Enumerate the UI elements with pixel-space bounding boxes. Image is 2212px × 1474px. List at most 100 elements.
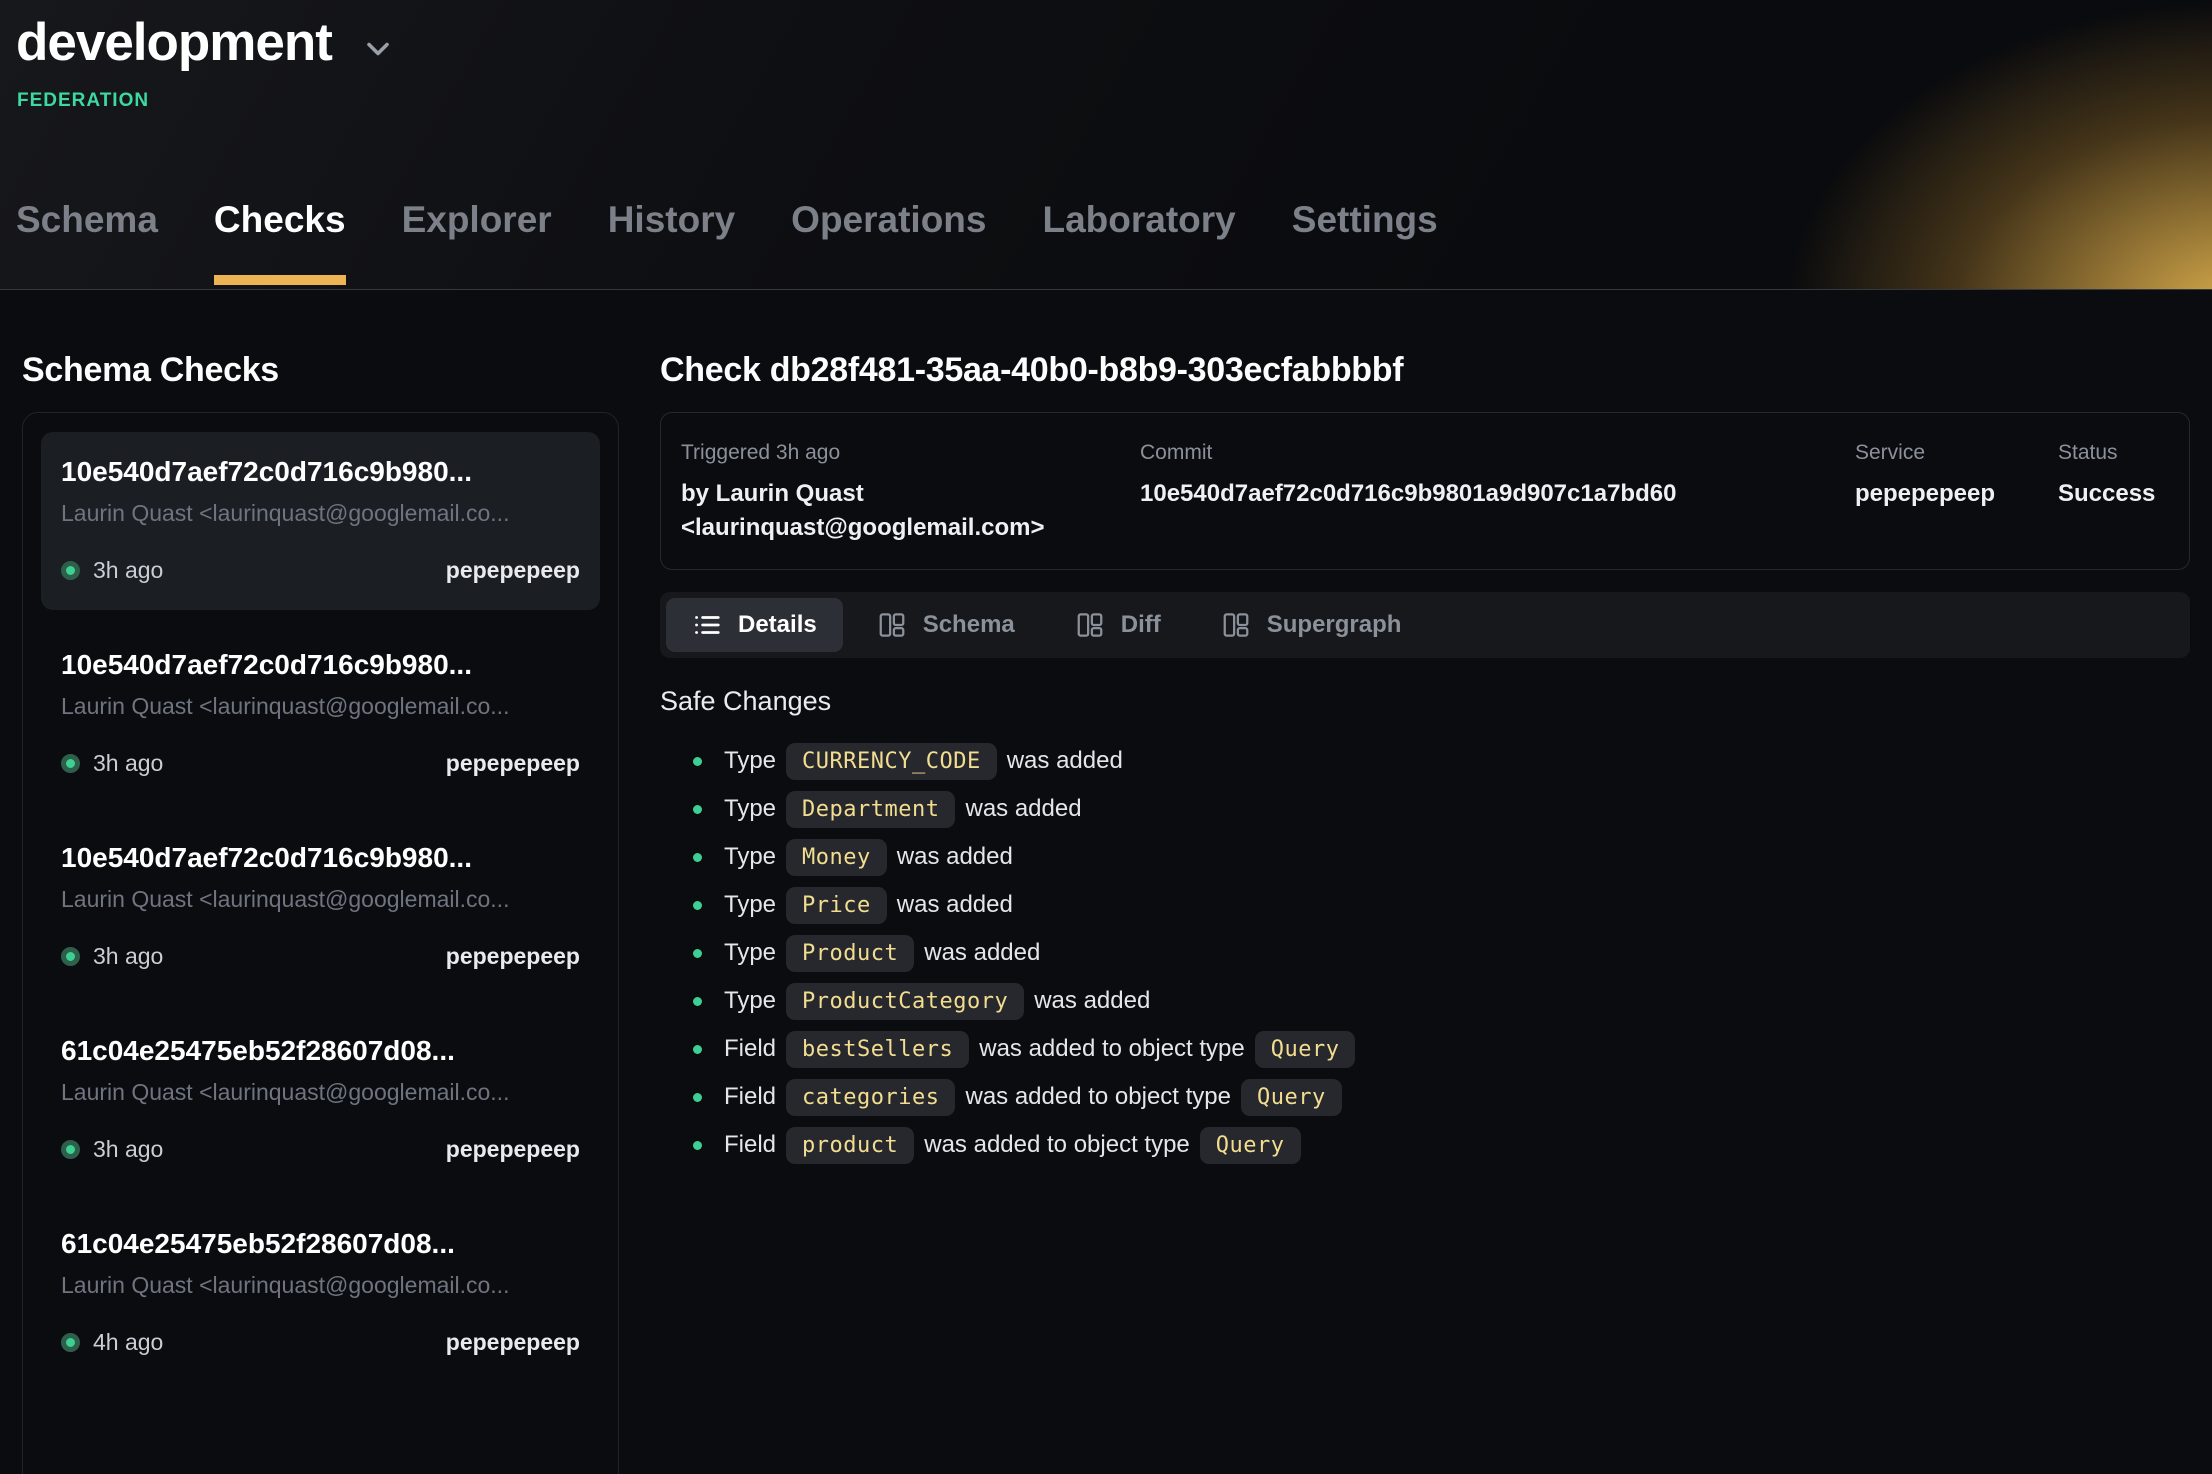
check-detail-title: Check db28f481-35aa-40b0-b8b9-303ecfabbb… bbox=[660, 351, 2190, 390]
tab-operations[interactable]: Operations bbox=[791, 199, 986, 289]
bullet-icon bbox=[693, 949, 702, 958]
check-service: pepepepeep bbox=[446, 1136, 580, 1163]
tab-laboratory[interactable]: Laboratory bbox=[1043, 199, 1236, 289]
chevron-down-icon bbox=[360, 31, 396, 67]
meta-commit-label: Commit bbox=[1140, 441, 1855, 465]
change-suffix: was added to object type bbox=[924, 1131, 1190, 1159]
bullet-icon bbox=[693, 853, 702, 862]
bullet-icon bbox=[693, 757, 702, 766]
change-suffix: was added to object type bbox=[965, 1083, 1231, 1111]
change-code: Price bbox=[786, 887, 887, 924]
change-code: Money bbox=[786, 839, 887, 876]
meta-triggered: Triggered 3h ago by Laurin Quast <laurin… bbox=[681, 441, 1140, 545]
tab-checks[interactable]: Checks bbox=[214, 199, 346, 289]
change-row: Type Department was added bbox=[660, 785, 2190, 833]
change-prefix: Type bbox=[724, 843, 776, 871]
change-prefix: Type bbox=[724, 795, 776, 823]
change-prefix: Type bbox=[724, 891, 776, 919]
bullet-icon bbox=[693, 997, 702, 1006]
view-tabs: Details Schema Diff Supergraph bbox=[660, 592, 2190, 658]
check-commit-hash: 10e540d7aef72c0d716c9b980... bbox=[61, 456, 580, 488]
change-prefix: Type bbox=[724, 747, 776, 775]
check-time: 3h ago bbox=[93, 1136, 163, 1163]
check-list-item[interactable]: 10e540d7aef72c0d716c9b980... Laurin Quas… bbox=[41, 432, 600, 610]
tab-supergraph-label: Supergraph bbox=[1267, 611, 1402, 639]
check-commit-hash: 10e540d7aef72c0d716c9b980... bbox=[61, 649, 580, 681]
tab-details-label: Details bbox=[738, 611, 817, 639]
tab-schema[interactable]: Schema bbox=[16, 199, 158, 289]
check-detail-panel: Check db28f481-35aa-40b0-b8b9-303ecfabbb… bbox=[660, 290, 2190, 1474]
project-switcher[interactable]: development bbox=[16, 12, 396, 73]
change-suffix: was added bbox=[897, 891, 1013, 919]
change-suffix: was added bbox=[1007, 747, 1123, 775]
check-time: 4h ago bbox=[93, 1329, 163, 1356]
check-commit-hash: 10e540d7aef72c0d716c9b980... bbox=[61, 842, 580, 874]
check-author: Laurin Quast <laurinquast@googlemail.co.… bbox=[61, 693, 580, 720]
safe-changes-list: Type CURRENCY_CODE was added Type Depart… bbox=[660, 737, 2190, 1169]
status-dot-icon bbox=[61, 1140, 80, 1159]
change-prefix: Field bbox=[724, 1035, 776, 1063]
checks-sidebar: Schema Checks 10e540d7aef72c0d716c9b980.… bbox=[22, 290, 619, 1474]
project-name: development bbox=[16, 12, 332, 73]
project-type-badge: FEDERATION bbox=[17, 90, 149, 112]
check-meta-box: Triggered 3h ago by Laurin Quast <laurin… bbox=[660, 412, 2190, 570]
check-time: 3h ago bbox=[93, 557, 163, 584]
check-service: pepepepeep bbox=[446, 557, 580, 584]
tab-diff[interactable]: Diff bbox=[1049, 598, 1187, 652]
change-row: Type Price was added bbox=[660, 881, 2190, 929]
change-prefix: Field bbox=[724, 1131, 776, 1159]
change-row: Field bestSellers was added to object ty… bbox=[660, 1025, 2190, 1073]
check-list-item[interactable]: 10e540d7aef72c0d716c9b980... Laurin Quas… bbox=[41, 818, 600, 996]
tab-supergraph[interactable]: Supergraph bbox=[1195, 598, 1428, 652]
change-row: Type Money was added bbox=[660, 833, 2190, 881]
check-time: 3h ago bbox=[93, 750, 163, 777]
check-author: Laurin Quast <laurinquast@googlemail.co.… bbox=[61, 1079, 580, 1106]
app-header: development FEDERATION Schema Checks Exp… bbox=[0, 0, 2212, 290]
status-dot-icon bbox=[61, 754, 80, 773]
check-list-item[interactable]: 10e540d7aef72c0d716c9b980... Laurin Quas… bbox=[41, 625, 600, 803]
meta-service-label: Service bbox=[1855, 441, 2058, 465]
check-list-item[interactable]: 61c04e25475eb52f28607d08... Laurin Quast… bbox=[41, 1011, 600, 1189]
change-row: Field categories was added to object typ… bbox=[660, 1073, 2190, 1121]
columns-icon bbox=[1221, 610, 1251, 640]
change-suffix: was added to object type bbox=[979, 1035, 1245, 1063]
checks-list: 10e540d7aef72c0d716c9b980... Laurin Quas… bbox=[22, 412, 619, 1474]
tab-settings[interactable]: Settings bbox=[1292, 199, 1438, 289]
check-service: pepepepeep bbox=[446, 750, 580, 777]
change-row: Type ProductCategory was added bbox=[660, 977, 2190, 1025]
sidebar-title: Schema Checks bbox=[22, 351, 619, 390]
change-row: Field product was added to object type Q… bbox=[660, 1121, 2190, 1169]
tab-history[interactable]: History bbox=[608, 199, 735, 289]
status-dot-icon bbox=[61, 561, 80, 580]
columns-icon bbox=[1075, 610, 1105, 640]
project-switcher-button[interactable] bbox=[360, 31, 396, 67]
bullet-icon bbox=[693, 1141, 702, 1150]
change-code: Query bbox=[1200, 1127, 1301, 1164]
meta-status: Status Success bbox=[2058, 441, 2169, 545]
change-prefix: Type bbox=[724, 987, 776, 1015]
change-code: Query bbox=[1255, 1031, 1356, 1068]
tab-explorer[interactable]: Explorer bbox=[402, 199, 552, 289]
meta-service: Service pepepepeep bbox=[1855, 441, 2058, 545]
columns-icon bbox=[877, 610, 907, 640]
change-suffix: was added bbox=[897, 843, 1013, 871]
tab-schema-view[interactable]: Schema bbox=[851, 598, 1041, 652]
check-service: pepepepeep bbox=[446, 1329, 580, 1356]
meta-triggered-label: Triggered 3h ago bbox=[681, 441, 1140, 465]
meta-triggered-value: by Laurin Quast <laurinquast@googlemail.… bbox=[681, 477, 1140, 545]
main-nav: Schema Checks Explorer History Operation… bbox=[16, 199, 1438, 289]
meta-status-label: Status bbox=[2058, 441, 2169, 465]
change-suffix: was added bbox=[965, 795, 1081, 823]
check-commit-hash: 61c04e25475eb52f28607d08... bbox=[61, 1228, 580, 1260]
check-commit-hash: 61c04e25475eb52f28607d08... bbox=[61, 1035, 580, 1067]
change-suffix: was added bbox=[924, 939, 1040, 967]
tab-details[interactable]: Details bbox=[666, 598, 843, 652]
list-icon bbox=[692, 610, 722, 640]
check-list-item[interactable]: 61c04e25475eb52f28607d08... Laurin Quast… bbox=[41, 1204, 600, 1382]
status-dot-icon bbox=[61, 947, 80, 966]
safe-changes-title: Safe Changes bbox=[660, 686, 2190, 717]
change-code: ProductCategory bbox=[786, 983, 1024, 1020]
tab-schema-view-label: Schema bbox=[923, 611, 1015, 639]
change-code: Department bbox=[786, 791, 955, 828]
change-suffix: was added bbox=[1034, 987, 1150, 1015]
